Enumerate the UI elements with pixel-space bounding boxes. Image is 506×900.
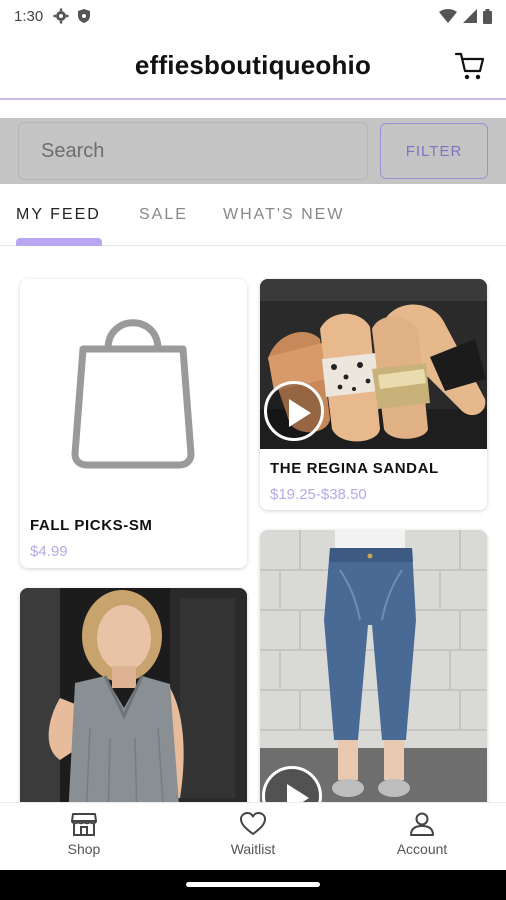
wifi-icon xyxy=(439,9,457,23)
settings-gear-icon xyxy=(53,8,69,24)
product-price: $4.99 xyxy=(30,543,68,560)
product-card-fall-picks[interactable]: FALL PICKS-SM $4.99 xyxy=(20,279,247,568)
battery-icon xyxy=(483,8,492,24)
tab-sale[interactable]: SALE xyxy=(139,206,188,224)
app-screen: 1:30 effiesboutiqueohio Search FILTER MY… xyxy=(0,0,506,900)
feed-tabs: MY FEED SALE WHAT'S NEW xyxy=(0,196,506,246)
nav-item-account[interactable]: Account xyxy=(372,811,472,857)
search-bar-row: Search FILTER xyxy=(0,118,506,184)
shopping-bag-icon xyxy=(71,319,195,469)
nav-label-shop: Shop xyxy=(67,841,101,857)
search-input[interactable]: Search xyxy=(18,122,368,180)
product-card-capri-jeans[interactable] xyxy=(260,530,487,818)
active-tab-indicator xyxy=(16,238,102,246)
app-header: effiesboutiqueohio xyxy=(0,32,506,100)
filter-button[interactable]: FILTER xyxy=(380,123,488,179)
nav-item-waitlist[interactable]: Waitlist xyxy=(203,811,303,857)
tab-my-feed[interactable]: MY FEED xyxy=(16,206,101,224)
signal-icon xyxy=(463,9,477,23)
product-photo-gray-top xyxy=(20,588,247,818)
nav-label-account: Account xyxy=(396,841,448,857)
status-time: 1:30 xyxy=(14,7,44,25)
home-gesture-handle[interactable] xyxy=(186,882,320,887)
product-card-regina-sandal[interactable]: THE REGINA SANDAL $19.25-$38.50 xyxy=(260,279,487,510)
account-icon xyxy=(410,812,434,836)
store-title: effiesboutiqueohio xyxy=(134,49,372,80)
product-price: $19.25-$38.50 xyxy=(270,486,367,503)
product-name: THE REGINA SANDAL xyxy=(270,460,439,477)
shield-icon xyxy=(78,9,91,23)
nav-label-waitlist: Waitlist xyxy=(230,841,276,857)
product-name: FALL PICKS-SM xyxy=(30,517,153,534)
shop-icon xyxy=(71,813,97,836)
nav-item-shop[interactable]: Shop xyxy=(34,811,134,857)
play-video-icon[interactable] xyxy=(264,381,324,441)
cart-icon[interactable] xyxy=(454,50,486,82)
tab-whats-new[interactable]: WHAT'S NEW xyxy=(223,206,344,224)
status-bar: 1:30 xyxy=(0,0,506,32)
filter-button-label: FILTER xyxy=(405,142,463,160)
system-navigation-bar xyxy=(0,870,506,900)
heart-icon xyxy=(240,812,266,835)
bottom-navigation: Shop Waitlist Account xyxy=(0,802,506,870)
search-placeholder: Search xyxy=(41,139,105,162)
product-card-gray-top[interactable] xyxy=(20,588,247,818)
